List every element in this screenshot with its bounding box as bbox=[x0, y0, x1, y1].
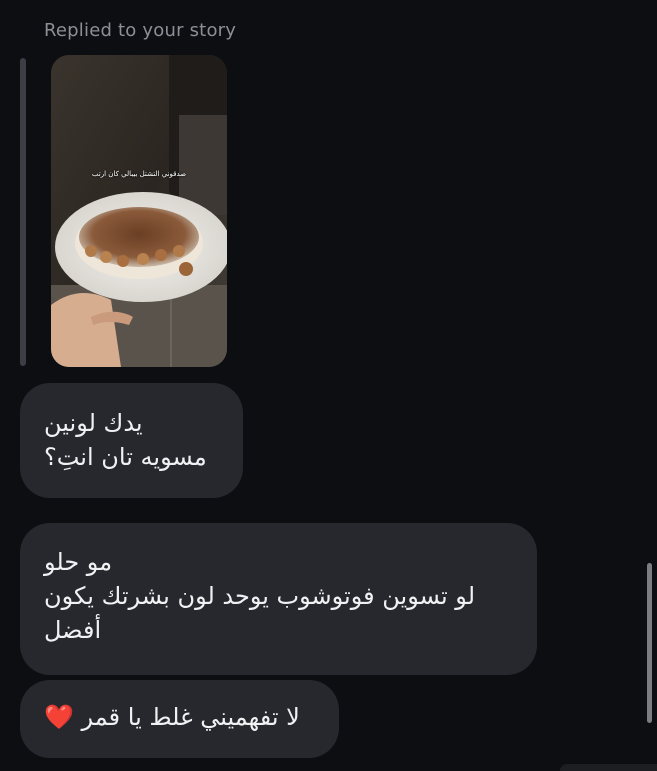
scrollbar-thumb[interactable] bbox=[647, 563, 652, 723]
composer-edge bbox=[560, 764, 657, 771]
message-bubble[interactable]: يدك لونين مسويه تان انتِ؟ bbox=[20, 383, 243, 498]
story-photo bbox=[51, 55, 227, 367]
message-text: لو تسوين فوتوشوب يوحد لون بشرتك يكون bbox=[44, 582, 476, 610]
message-text: لا تفهميني غلط يا قمر bbox=[81, 703, 300, 731]
message-text: يدك لونين bbox=[44, 409, 143, 437]
story-thumbnail[interactable]: صدقوني التشتل بيبالي كان ارتب bbox=[51, 55, 227, 367]
dm-thread: Replied to your story صدقوني التشتل بيبا… bbox=[0, 0, 657, 771]
message-bubble[interactable]: مو حلو لو تسوين فوتوشوب يوحد لون بشرتك ي… bbox=[20, 523, 537, 675]
message-line: لا تفهميني غلط يا قمر ❤️ bbox=[44, 700, 315, 734]
message-text: أفضل bbox=[44, 616, 102, 644]
message-bubble[interactable]: لا تفهميني غلط يا قمر ❤️ bbox=[20, 680, 339, 758]
story-caption: صدقوني التشتل بيبالي كان ارتب bbox=[91, 170, 187, 178]
red-heart-icon: ❤️ bbox=[44, 703, 74, 731]
message-text: مسويه تان انتِ؟ bbox=[44, 443, 207, 471]
message-text: مو حلو bbox=[44, 548, 113, 576]
replied-to-story-label: Replied to your story bbox=[44, 20, 237, 41]
reply-indicator-bar bbox=[20, 58, 26, 366]
